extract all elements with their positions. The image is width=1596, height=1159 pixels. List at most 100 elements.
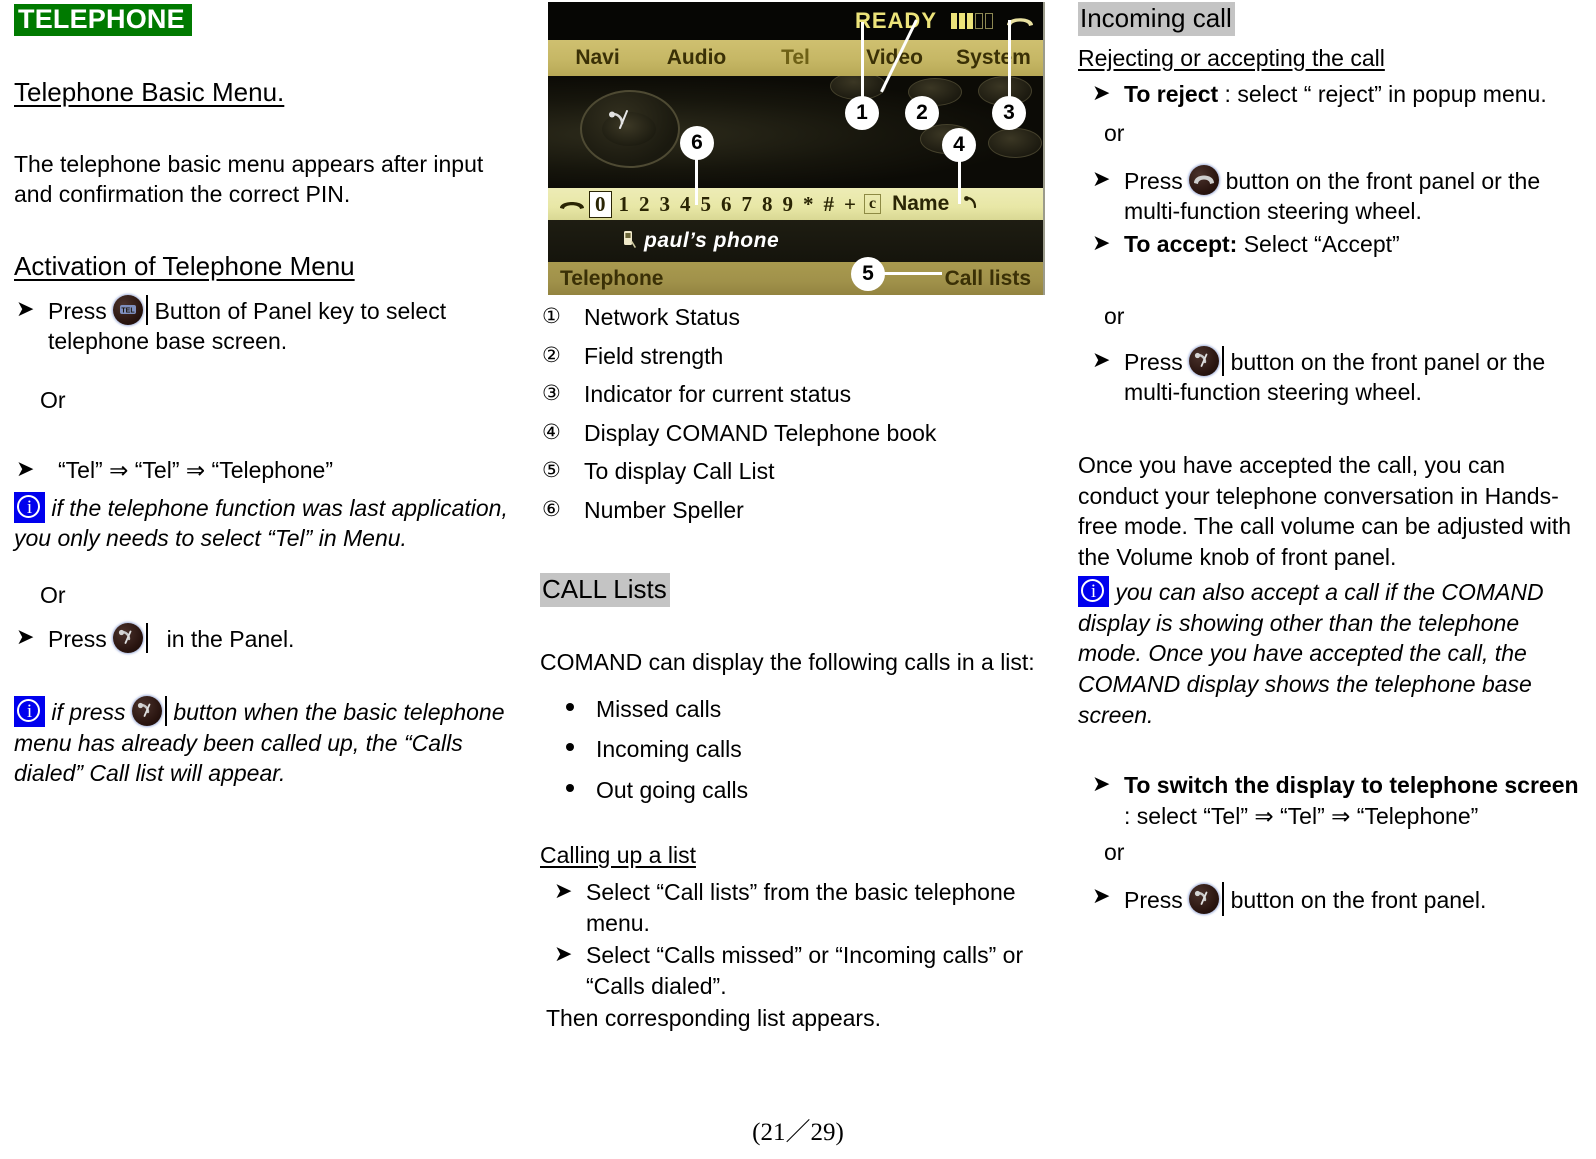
circled-number-icon: ② (542, 343, 561, 367)
legend-label: Field strength (584, 342, 724, 369)
menu-item-audio[interactable]: Audio (647, 46, 746, 70)
speller-key-7[interactable]: 7 (737, 192, 758, 217)
note-text-pre: if press (51, 699, 126, 726)
note-calls-dialed-list: i if press button when the basic telepho… (14, 696, 514, 789)
press-label: Press (1124, 348, 1183, 375)
speller-key-3[interactable]: 3 (655, 192, 676, 217)
legend-item-4: ④ Display COMAND Telephone book (540, 418, 1045, 449)
speller-key-2[interactable]: 2 (634, 192, 655, 217)
legend-item-3: ③ Indicator for current status (540, 379, 1045, 410)
note-accept-other-mode: i you can also accept a call if the COMA… (1078, 576, 1583, 730)
call-list-type-incoming: Incoming calls (540, 734, 1045, 765)
speller-key-5[interactable]: 5 (696, 192, 717, 217)
circled-number-icon: ③ (542, 382, 561, 406)
speller-key-hash[interactable]: # (819, 192, 840, 217)
speller-key-6[interactable]: 6 (716, 192, 737, 217)
bottom-bar-telephone-label[interactable]: Telephone (560, 267, 663, 291)
circled-number-icon: ④ (542, 420, 561, 444)
speller-key-asterisk[interactable]: * (798, 192, 819, 217)
call-accept-button-icon[interactable] (131, 696, 162, 727)
step-switch-display: ➤ To switch the display to telephone scr… (1078, 770, 1583, 831)
comand-number-speller[interactable]: 0 1 2 3 4 5 6 7 8 9 * # + c Name (548, 188, 1043, 220)
hangup-icon[interactable] (554, 192, 587, 217)
network-status-text: READY (854, 8, 937, 33)
or-separator-2: Or (40, 581, 66, 608)
section-heading-incoming-call: Incoming call (1078, 2, 1235, 36)
button-edge-marker (1222, 881, 1225, 916)
calling-up-result: Then corresponding list appears. (546, 1005, 881, 1032)
leader-line-1 (861, 22, 864, 98)
info-icon: i (14, 696, 45, 728)
legend-item-5: ⑤ To display Call List (540, 456, 1045, 487)
step-press-phone-button-2: ➤ Press button on the front panel. (1078, 881, 1583, 916)
arrow-bullet-icon: ➤ (16, 295, 35, 321)
call-icon[interactable] (957, 192, 985, 217)
press-phone-description: in the Panel. (166, 625, 295, 652)
speller-key-8[interactable]: 8 (757, 192, 778, 217)
legend-item-2: ② Field strength (540, 341, 1045, 372)
arrow-bullet-icon: ➤ (1092, 229, 1111, 255)
press-phone2-description: button on the front panel. (1230, 886, 1487, 913)
legend-label: To display Call List (584, 458, 775, 485)
arrow-bullet-icon: ➤ (1092, 80, 1111, 106)
handsfree-paragraph: Once you have accepted the call, you can… (1078, 452, 1572, 570)
knob-glyph (603, 106, 641, 132)
callout-badge-1: 1 (845, 96, 879, 130)
page-title: TELEPHONE (14, 4, 192, 37)
speller-key-0[interactable]: 0 (589, 190, 612, 218)
tel-menu-path-label: “Tel” ⇒ “Tel” ⇒ “Telephone” (58, 457, 334, 484)
call-accept-button-icon[interactable] (113, 622, 144, 653)
press-label: Press (48, 625, 107, 652)
comand-bottom-bar[interactable]: Telephone Call lists (548, 262, 1043, 295)
section-heading-calling-up-a-list: Calling up a list (540, 842, 696, 869)
comand-phonebook-entry[interactable]: paul’s phone (548, 220, 1043, 262)
switch-display-description: : select “Tel” ⇒ “Tel” ⇒ “Telephone” (1124, 802, 1479, 829)
button-edge-marker (164, 696, 167, 727)
speller-key-9[interactable]: 9 (778, 192, 799, 217)
note-tel-last-application: i if the telephone function was last app… (14, 491, 514, 554)
calling-up-step-2: ➤ Select “Calls missed” or “Incoming cal… (540, 940, 1045, 1001)
speller-key-clear[interactable]: c (863, 194, 882, 214)
step-tel-menu-path: ➤ “Tel” ⇒ “Tel” ⇒ “Telephone” (14, 455, 514, 486)
section-heading-activation: Activation of Telephone Menu (14, 251, 355, 281)
speller-key-1[interactable]: 1 (614, 192, 635, 217)
menu-item-tel[interactable]: Tel (746, 46, 845, 70)
leader-line-3 (1008, 20, 1011, 98)
info-icon: i (1078, 576, 1109, 608)
note-text: you can also accept a call if the COMAND… (1078, 579, 1544, 728)
call-accept-button-icon[interactable] (1189, 345, 1220, 376)
svg-text:TEL: TEL (122, 307, 136, 314)
to-accept-description: Select “Accept” (1243, 230, 1400, 257)
press-label: Press (48, 297, 107, 324)
step-press-tel-button: ➤ Press TEL Button of Panel key to selec… (14, 294, 514, 357)
button-edge-marker (146, 622, 149, 653)
press-label: Press (1124, 886, 1183, 913)
speller-key-name[interactable]: Name (884, 192, 957, 216)
speller-key-4[interactable]: 4 (675, 192, 696, 217)
tel-button-icon[interactable]: TEL (113, 294, 144, 325)
press-hangup-description: button on the front panel or the multi-f… (1124, 167, 1541, 225)
speller-key-plus[interactable]: + (839, 192, 861, 217)
comand-menu-bar[interactable]: Navi Audio Tel Video System (548, 40, 1043, 76)
call-list-type-label: Incoming calls (596, 736, 742, 763)
menu-item-system[interactable]: System (944, 46, 1043, 70)
or-separator-1: Or (40, 386, 66, 413)
manual-page: TELEPHONE Telephone Basic Menu. The tele… (0, 0, 1596, 1159)
note-text: if the telephone function was last appli… (14, 494, 508, 552)
step-to-accept: ➤ To accept: Select “Accept” (1078, 229, 1583, 260)
menu-item-navi[interactable]: Navi (548, 46, 647, 70)
call-accept-button-icon[interactable] (1189, 883, 1220, 914)
press-phone-description: button on the front panel or the multi-f… (1124, 348, 1546, 406)
call-end-button-icon[interactable] (1189, 164, 1220, 195)
leader-line-4 (958, 160, 961, 204)
circled-number-icon: ⑥ (542, 497, 561, 521)
step-press-hangup-button: ➤ Press button on the front panel or the… (1078, 164, 1583, 227)
bottom-bar-call-lists-button[interactable]: Call lists (945, 267, 1031, 291)
bullet-dot-icon (566, 743, 574, 752)
section-heading-rejecting-accepting: Rejecting or accepting the call (1078, 44, 1385, 71)
arrow-bullet-icon: ➤ (554, 941, 573, 967)
press-label: Press (1124, 167, 1183, 194)
mobile-phone-icon (622, 229, 636, 254)
circled-number-icon: ① (542, 305, 561, 328)
leader-line-5 (884, 272, 942, 275)
